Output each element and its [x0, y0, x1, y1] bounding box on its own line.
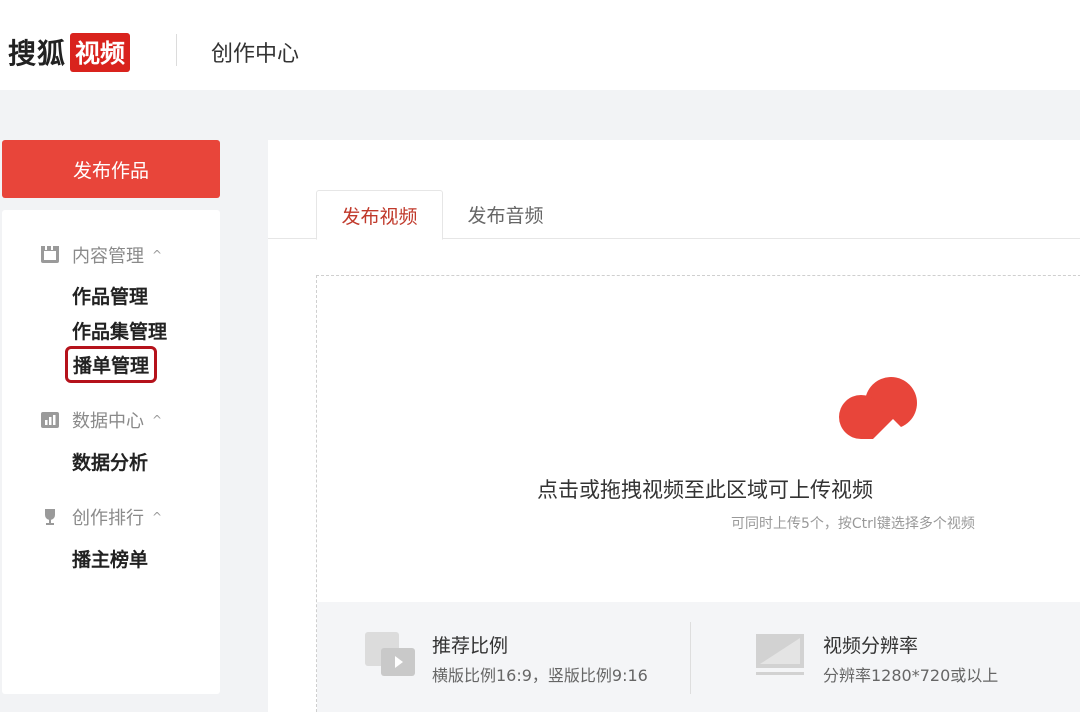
sidebar-section-data[interactable]: 数据中心 ^ — [40, 407, 162, 433]
sidebar-item-collections[interactable]: 作品集管理 — [72, 317, 167, 344]
resolution-icon — [756, 634, 806, 682]
tab-publish-video[interactable]: 发布视频 — [316, 190, 443, 240]
section-label: 创作排行 — [72, 508, 144, 529]
sidebar-item-creator-ranking[interactable]: 播主榜单 — [72, 545, 148, 572]
trophy-icon — [40, 507, 60, 527]
publish-panel: 发布视频 发布音频 点击或拖拽视频至此区域可上传视频 可同时上传5个，按Ctrl… — [268, 140, 1080, 712]
header-divider — [176, 34, 177, 66]
sidebar-item-works[interactable]: 作品管理 — [72, 282, 148, 309]
section-label: 内容管理 — [72, 246, 144, 267]
film-icon — [40, 245, 60, 265]
tip-aspect-ratio: 推荐比例 横版比例16:9，竖版比例9:16 — [317, 602, 690, 712]
publish-work-button[interactable]: 发布作品 — [2, 140, 220, 198]
logo-text: 搜狐 — [8, 37, 67, 70]
bar-chart-icon — [40, 410, 60, 430]
upload-tips-bar: 推荐比例 横版比例16:9，竖版比例9:16 视频分辨率 分辨率1280*720… — [317, 602, 1080, 712]
video-upload-dropzone[interactable]: 点击或拖拽视频至此区域可上传视频 可同时上传5个，按Ctrl键选择多个视频 推荐… — [316, 275, 1080, 712]
sidebar-item-analytics[interactable]: 数据分析 — [72, 448, 148, 475]
logo-badge: 视频 — [70, 32, 131, 72]
sidebar: 内容管理 ^ 作品管理 作品集管理 播单管理 数据中心 ^ 数据分析 创作排行 … — [2, 210, 220, 694]
tip-title: 推荐比例 — [432, 635, 509, 657]
section-label: 数据中心 — [72, 411, 144, 432]
upload-sub-text: 可同时上传5个，按Ctrl键选择多个视频 — [731, 516, 975, 532]
tip-title: 视频分辨率 — [823, 635, 919, 657]
chevron-up-icon: ^ — [152, 248, 163, 262]
upload-main-text: 点击或拖拽视频至此区域可上传视频 — [537, 478, 873, 502]
sidebar-section-ranking[interactable]: 创作排行 ^ — [40, 504, 162, 530]
upload-cloud-icon — [837, 373, 925, 449]
aspect-ratio-icon — [365, 632, 417, 682]
tab-bar: 发布视频 发布音频 — [268, 140, 1080, 240]
chevron-up-icon: ^ — [152, 510, 163, 524]
sidebar-section-content[interactable]: 内容管理 ^ — [40, 242, 162, 268]
page-title: 创作中心 — [211, 42, 300, 67]
sohu-video-logo[interactable]: 搜狐 视频 — [8, 32, 131, 72]
tip-desc: 分辨率1280*720或以上 — [823, 666, 999, 685]
sidebar-item-playlists[interactable]: 播单管理 — [65, 346, 158, 383]
tip-desc: 横版比例16:9，竖版比例9:16 — [432, 666, 648, 685]
top-header: 搜狐 视频 创作中心 — [0, 0, 1080, 90]
tip-resolution: 视频分辨率 分辨率1280*720或以上 — [691, 602, 1080, 712]
tab-publish-audio[interactable]: 发布音频 — [453, 190, 558, 239]
chevron-up-icon: ^ — [152, 413, 163, 427]
